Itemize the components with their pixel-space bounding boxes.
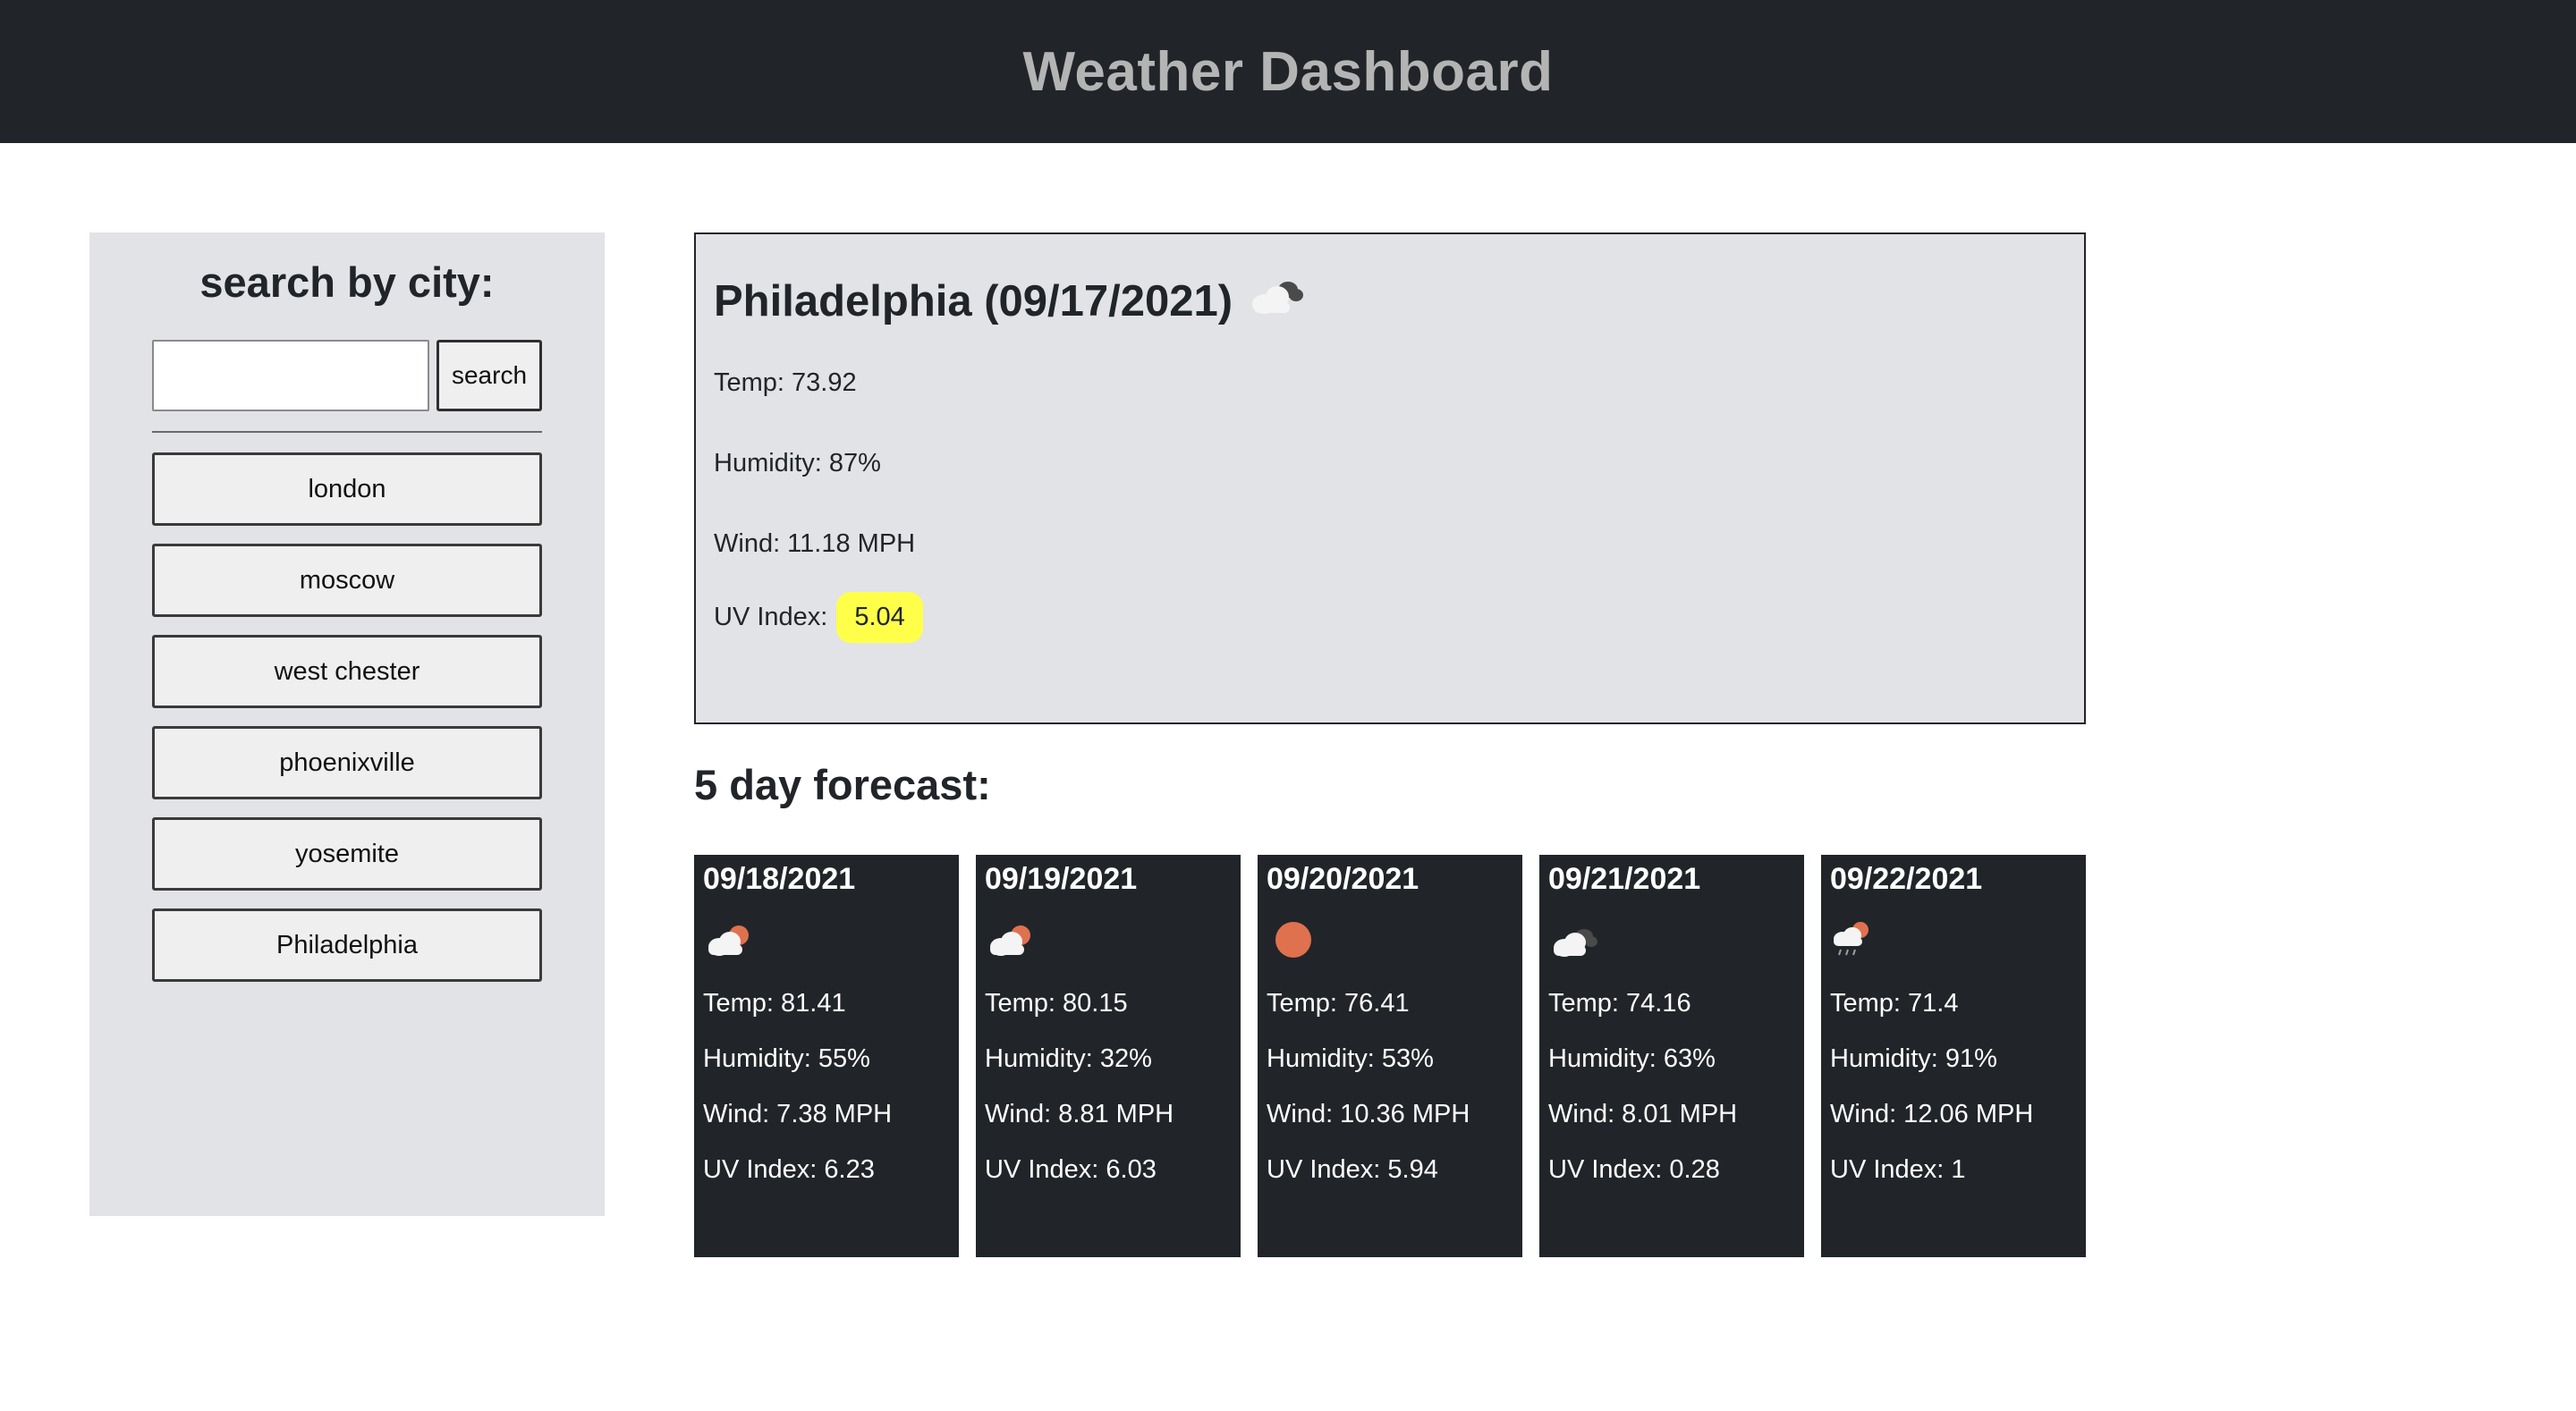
partly-cloudy-icon bbox=[703, 917, 757, 967]
current-uv-row: UV Index: 5.04 bbox=[714, 592, 923, 643]
forecast-wind: Wind: 8.81 MPH bbox=[985, 1100, 1174, 1128]
forecast-card: 09/19/2021 Temp: 80.15 Humidity: 32% Win… bbox=[976, 855, 1241, 1257]
search-sidebar: search by city: search london moscow wes… bbox=[89, 232, 605, 1216]
history-city-button[interactable]: london bbox=[152, 452, 542, 526]
cloudy-icon bbox=[1548, 917, 1602, 967]
forecast-uv: UV Index: 5.94 bbox=[1267, 1155, 1438, 1184]
current-weather-title: Philadelphia (09/17/2021) bbox=[714, 274, 1306, 329]
current-weather-panel: Philadelphia (09/17/2021) Temp: 73.92 Hu… bbox=[694, 232, 2086, 724]
current-temp: Temp: 73.92 bbox=[714, 368, 857, 397]
forecast-date: 09/22/2021 bbox=[1830, 862, 1983, 896]
current-city-date: Philadelphia (09/17/2021) bbox=[714, 277, 1233, 325]
forecast-wind: Wind: 7.38 MPH bbox=[703, 1100, 893, 1128]
forecast-date: 09/19/2021 bbox=[985, 862, 1138, 896]
forecast-humidity: Humidity: 91% bbox=[1830, 1044, 1997, 1073]
forecast-uv: UV Index: 1 bbox=[1830, 1155, 1966, 1184]
sun-icon bbox=[1267, 917, 1320, 967]
sidebar-divider bbox=[152, 431, 542, 433]
history-city-button[interactable]: moscow bbox=[152, 544, 542, 617]
forecast-humidity: Humidity: 53% bbox=[1267, 1044, 1434, 1073]
cloudy-icon bbox=[1245, 274, 1306, 329]
uv-label: UV Index: bbox=[714, 603, 828, 631]
forecast-date: 09/20/2021 bbox=[1267, 862, 1419, 896]
uv-index-badge: 5.04 bbox=[836, 592, 923, 643]
forecast-card: 09/22/2021 Temp: 71.4 Humidity: 91% Wind… bbox=[1821, 855, 2086, 1257]
history-city-button[interactable]: phoenixville bbox=[152, 726, 542, 799]
history-city-button[interactable]: west chester bbox=[152, 635, 542, 708]
forecast-uv: UV Index: 0.28 bbox=[1548, 1155, 1720, 1184]
search-button[interactable]: search bbox=[436, 340, 542, 411]
forecast-heading: 5 day forecast: bbox=[694, 761, 991, 808]
forecast-date: 09/21/2021 bbox=[1548, 862, 1701, 896]
page-title: Weather Dashboard bbox=[1022, 40, 1554, 103]
forecast-humidity: Humidity: 63% bbox=[1548, 1044, 1716, 1073]
history-city-button[interactable]: Philadelphia bbox=[152, 908, 542, 982]
history-city-button[interactable]: yosemite bbox=[152, 817, 542, 891]
forecast-temp: Temp: 80.15 bbox=[985, 989, 1128, 1018]
forecast-card: 09/20/2021 Temp: 76.41 Humidity: 53% Win… bbox=[1258, 855, 1522, 1257]
forecast-wind: Wind: 12.06 MPH bbox=[1830, 1100, 2034, 1128]
search-heading: search by city: bbox=[199, 258, 495, 306]
forecast-card: 09/18/2021 Temp: 81.41 Humidity: 55% Win… bbox=[694, 855, 959, 1257]
current-humidity: Humidity: 87% bbox=[714, 449, 881, 477]
forecast-uv: UV Index: 6.03 bbox=[985, 1155, 1157, 1184]
forecast-temp: Temp: 76.41 bbox=[1267, 989, 1410, 1018]
partly-cloudy-icon bbox=[985, 917, 1038, 967]
forecast-card: 09/21/2021 Temp: 74.16 Humidity: 63% Win… bbox=[1539, 855, 1804, 1257]
current-wind: Wind: 11.18 MPH bbox=[714, 529, 916, 558]
forecast-date: 09/18/2021 bbox=[703, 862, 856, 896]
forecast-humidity: Humidity: 55% bbox=[703, 1044, 870, 1073]
forecast-wind: Wind: 10.36 MPH bbox=[1267, 1100, 1470, 1128]
rain-icon bbox=[1830, 917, 1884, 967]
forecast-wind: Wind: 8.01 MPH bbox=[1548, 1100, 1738, 1128]
forecast-temp: Temp: 74.16 bbox=[1548, 989, 1691, 1018]
city-search-input[interactable] bbox=[152, 340, 429, 411]
forecast-temp: Temp: 71.4 bbox=[1830, 989, 1959, 1018]
forecast-uv: UV Index: 6.23 bbox=[703, 1155, 875, 1184]
forecast-humidity: Humidity: 32% bbox=[985, 1044, 1152, 1073]
forecast-temp: Temp: 81.41 bbox=[703, 989, 846, 1018]
header-bar: Weather Dashboard bbox=[0, 0, 2576, 143]
